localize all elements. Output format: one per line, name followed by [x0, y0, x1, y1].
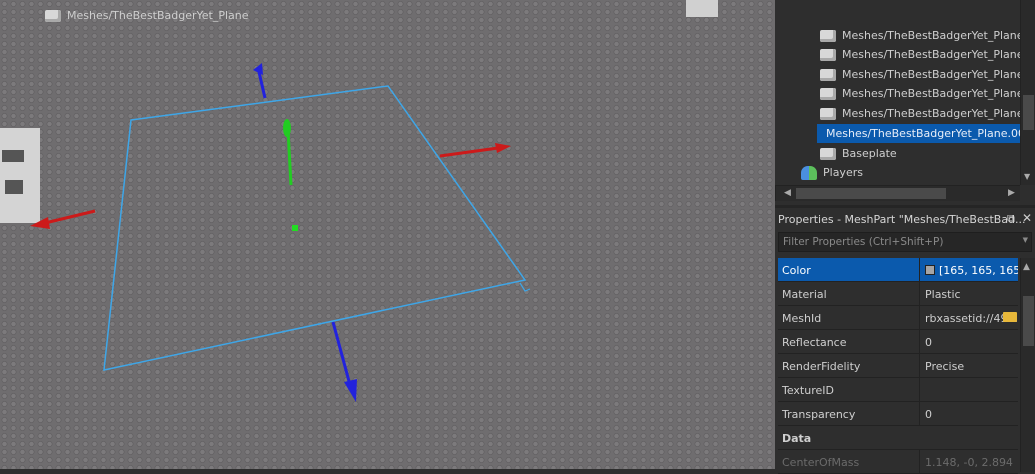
- selection-box: [103, 85, 527, 371]
- pivot-point: [292, 225, 298, 231]
- arrow-head-blue-down[interactable]: [344, 379, 357, 402]
- decorative-object-left: [0, 128, 40, 223]
- property-row-textureid[interactable]: TextureID: [778, 378, 1018, 402]
- property-row-meshid[interactable]: MeshId rbxassetid://49...: [778, 306, 1018, 330]
- move-handles[interactable]: [30, 63, 511, 402]
- meshpart-icon: [820, 87, 836, 100]
- explorer-item-selected[interactable]: Meshes/TheBestBadgerYet_Plane.00: [817, 124, 1020, 143]
- meshpart-icon: [820, 68, 836, 81]
- property-row-renderfidelity[interactable]: RenderFidelity Precise: [778, 354, 1018, 378]
- meshpart-icon: [820, 107, 836, 120]
- property-row-color[interactable]: Color [165, 165, 165]: [778, 258, 1018, 282]
- decorative-object-top-right: [686, 0, 718, 17]
- explorer-item[interactable]: Meshes/TheBestBadgerYet_Plane: [45, 6, 249, 25]
- scroll-down-icon[interactable]: ▼: [1024, 172, 1030, 181]
- scroll-up-icon[interactable]: ▲: [1023, 262, 1030, 272]
- properties-vertical-scrollbar[interactable]: ▲: [1020, 258, 1035, 472]
- selection-box-corner: [519, 282, 531, 292]
- explorer-panel: Meshes/TheBestBadgerYet_Plane Meshes/The…: [45, 0, 1035, 205]
- players-icon: [801, 165, 817, 180]
- move-handle-green[interactable]: [286, 129, 293, 186]
- filter-dropdown-icon[interactable]: ▼: [1023, 236, 1028, 244]
- arrow-head-red-right[interactable]: [495, 143, 511, 153]
- meshpart-icon: [820, 29, 836, 42]
- explorer-item-baseplate[interactable]: Baseplate: [820, 144, 897, 163]
- scrollbar-thumb[interactable]: [1023, 296, 1034, 346]
- part-icon: [820, 147, 836, 160]
- folder-icon[interactable]: [1003, 312, 1017, 322]
- scroll-right-icon[interactable]: ▶: [1008, 188, 1015, 198]
- scrollbar-thumb[interactable]: [1023, 95, 1034, 130]
- properties-title: Properties - MeshPart "Meshes/TheBestBad…: [778, 213, 1026, 226]
- scroll-left-icon[interactable]: ◀: [784, 188, 791, 198]
- property-row-material[interactable]: Material Plastic: [778, 282, 1018, 306]
- undock-icon[interactable]: ⧉: [1007, 212, 1015, 226]
- property-row-centerofmass: CenterOfMass 1.148, -0, 2.894: [778, 450, 1018, 474]
- move-handle-red-left[interactable]: [44, 209, 96, 225]
- filter-properties-input[interactable]: Filter Properties (Ctrl+Shift+P) ▼: [778, 232, 1032, 252]
- meshpart-icon: [45, 9, 61, 22]
- property-row-reflectance[interactable]: Reflectance 0: [778, 330, 1018, 354]
- explorer-vertical-scrollbar[interactable]: ▼: [1020, 0, 1035, 185]
- color-swatch[interactable]: [925, 265, 935, 275]
- explorer-item[interactable]: Meshes/TheBestBadgerYet_Plane.00: [820, 26, 1035, 45]
- move-handle-blue-up[interactable]: [257, 71, 267, 99]
- explorer-item[interactable]: Meshes/TheBestBadgerYet_Plane.00: [820, 65, 1035, 84]
- meshpart-icon: [820, 48, 836, 61]
- viewport-overlay: [0, 0, 718, 402]
- explorer-item[interactable]: Meshes/TheBestBadgerYet_Plane.00: [820, 45, 1035, 64]
- property-category-data[interactable]: Data: [778, 426, 1018, 450]
- property-row-transparency[interactable]: Transparency 0: [778, 402, 1018, 426]
- explorer-item-players[interactable]: Players: [801, 163, 863, 182]
- scrollbar-thumb[interactable]: [796, 188, 946, 199]
- arrow-head-green[interactable]: [283, 119, 291, 137]
- properties-panel: Properties - MeshPart "Meshes/TheBestBad…: [775, 205, 1035, 474]
- close-icon[interactable]: ✕: [1022, 211, 1032, 225]
- explorer-item[interactable]: Meshes/TheBestBadgerYet_Plane.00: [820, 104, 1035, 123]
- explorer-horizontal-scrollbar[interactable]: ◀ ▶: [775, 185, 1020, 201]
- explorer-item[interactable]: Meshes/TheBestBadgerYet_Plane.00: [820, 84, 1035, 103]
- move-handle-red-right[interactable]: [439, 146, 499, 158]
- 3d-viewport[interactable]: [0, 0, 775, 469]
- move-handle-blue-down[interactable]: [331, 321, 352, 386]
